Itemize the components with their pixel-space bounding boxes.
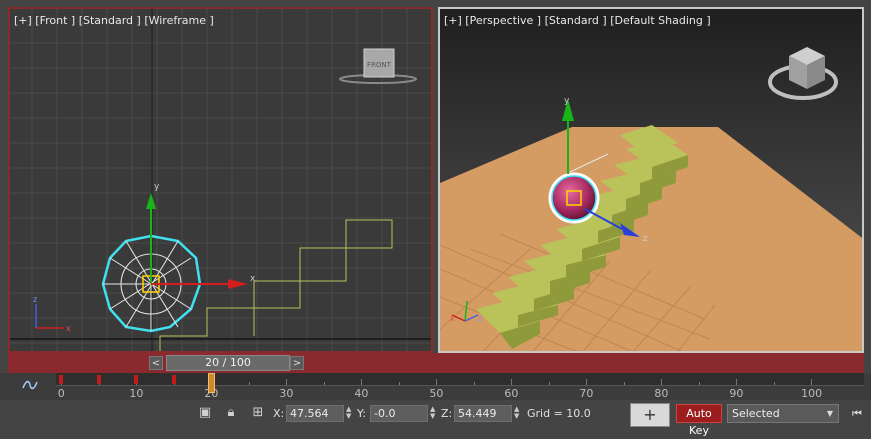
y-coord-field[interactable]: -0.0 xyxy=(370,405,428,422)
animation-key[interactable] xyxy=(171,375,176,384)
time-slider-bar: < 20 / 100 > xyxy=(8,353,864,373)
go-to-start-icon[interactable]: ⏮ xyxy=(849,406,865,422)
timeline-minor-tick xyxy=(286,379,287,385)
x-spinner-icon[interactable]: ▲ ▼ xyxy=(346,406,351,420)
animation-key[interactable] xyxy=(96,375,101,384)
z-coord-label: Z: xyxy=(441,407,453,420)
timeline-tick-label: 30 xyxy=(279,387,294,400)
z-coord-field[interactable]: 54.449 xyxy=(454,405,512,422)
timeline-minor-tick xyxy=(698,382,700,385)
viewcube[interactable]: FRONT xyxy=(339,48,417,84)
timeline-minor-tick xyxy=(436,379,437,385)
persp-gizmo-y-label: y xyxy=(564,96,570,106)
timeline-minor-tick xyxy=(511,379,512,385)
timeline-minor-tick xyxy=(586,379,587,385)
timeline-minor-tick xyxy=(398,382,400,385)
status-bar: ▣ 🔒︎ ⊞ X: 47.564 ▲ ▼ Y: -0.0 ▲ ▼ Z: 54.449… xyxy=(0,400,871,437)
set-key-button[interactable]: + xyxy=(630,403,670,427)
selection-filter-dropdown[interactable]: Selected ▼ xyxy=(727,404,839,423)
timeline-tick-label: 70 xyxy=(579,387,594,400)
timeline-tick-label: 50 xyxy=(429,387,444,400)
gizmo-x-label: x xyxy=(250,274,256,284)
persp-tripod-x-label: x xyxy=(450,314,455,323)
timeline-minor-tick xyxy=(548,382,550,385)
timeline-minor-tick xyxy=(473,382,475,385)
timeline-tick-label: 90 xyxy=(729,387,744,400)
world-axis-tripod: z x xyxy=(33,295,71,333)
timeline-minor-tick xyxy=(623,382,625,385)
animation-key[interactable] xyxy=(59,375,63,384)
timeline-minor-tick xyxy=(811,379,812,385)
timeline-minor-tick xyxy=(773,382,775,385)
tripod-z-label: z xyxy=(33,295,37,304)
isolate-selection-icon[interactable]: ▣ xyxy=(197,405,213,421)
animation-key[interactable] xyxy=(134,375,138,384)
timeline-minor-tick xyxy=(736,379,737,385)
x-coord-field[interactable]: 47.564 xyxy=(286,405,344,422)
auto-key-button[interactable]: Auto Key xyxy=(676,404,722,437)
timeline-tick-label: 60 xyxy=(504,387,519,400)
selection-filter-value: Selected xyxy=(732,407,780,420)
timeline-tick-label: 0 xyxy=(57,387,65,400)
timeline-minor-tick xyxy=(323,382,325,385)
x-coord-label: X: xyxy=(273,407,285,420)
tripod-x-label: x xyxy=(66,324,71,333)
timeline-minor-tick xyxy=(248,382,250,385)
timeline-minor-tick xyxy=(661,379,662,385)
perspective-viewport-label[interactable]: [+] [Perspective ] [Standard ] [Default … xyxy=(444,14,711,27)
persp-tripod-z-label: z xyxy=(478,314,482,323)
time-prev-button[interactable]: < xyxy=(149,356,163,370)
front-viewport[interactable]: FRONT y x z x [+] [Front] [Standard] [… xyxy=(8,7,433,353)
timeline-tick-label: 80 xyxy=(654,387,669,400)
timeline-minor-tick xyxy=(361,379,362,385)
grid-readout: Grid = 10.0 xyxy=(527,407,591,420)
perspective-viewport[interactable]: y z x z [+] [Perspective ] [Standard ] [… xyxy=(438,7,864,353)
y-coord-label: Y: xyxy=(357,407,366,420)
track-bar: 0 10 20 30 40 50 60 70 80 90 100 xyxy=(0,373,871,400)
viewcube-front-face: FRONT xyxy=(367,61,392,69)
lock-icon[interactable]: 🔒︎ xyxy=(223,405,239,421)
current-frame-marker[interactable] xyxy=(208,373,215,393)
absolute-mode-icon[interactable]: ⊞ xyxy=(250,405,266,421)
y-spinner-icon[interactable]: ▲ ▼ xyxy=(430,406,435,420)
timeline-tick-label: 10 xyxy=(129,387,144,400)
front-viewport-canvas: FRONT y x z x xyxy=(10,9,431,351)
perspective-viewport-canvas: y z x z xyxy=(440,9,862,351)
z-spinner-icon[interactable]: ▲ ▼ xyxy=(514,406,519,420)
curve-editor-icon[interactable] xyxy=(22,378,38,392)
time-next-button[interactable]: > xyxy=(290,356,304,370)
move-gizmo[interactable]: y x xyxy=(146,182,256,289)
sphere-shaded[interactable] xyxy=(548,172,600,224)
track-strip[interactable] xyxy=(56,373,864,386)
gizmo-y-label: y xyxy=(154,182,160,192)
persp-gizmo-z-label: z xyxy=(643,234,648,244)
chevron-down-icon: ▼ xyxy=(826,409,833,418)
timeline-tick-label: 40 xyxy=(354,387,369,400)
front-viewport-label[interactable]: [+] [Front ] [Standard ] [Wireframe ] xyxy=(14,14,214,27)
timeline-tick-label: 100 xyxy=(801,387,823,400)
time-slider[interactable]: 20 / 100 xyxy=(166,355,290,371)
